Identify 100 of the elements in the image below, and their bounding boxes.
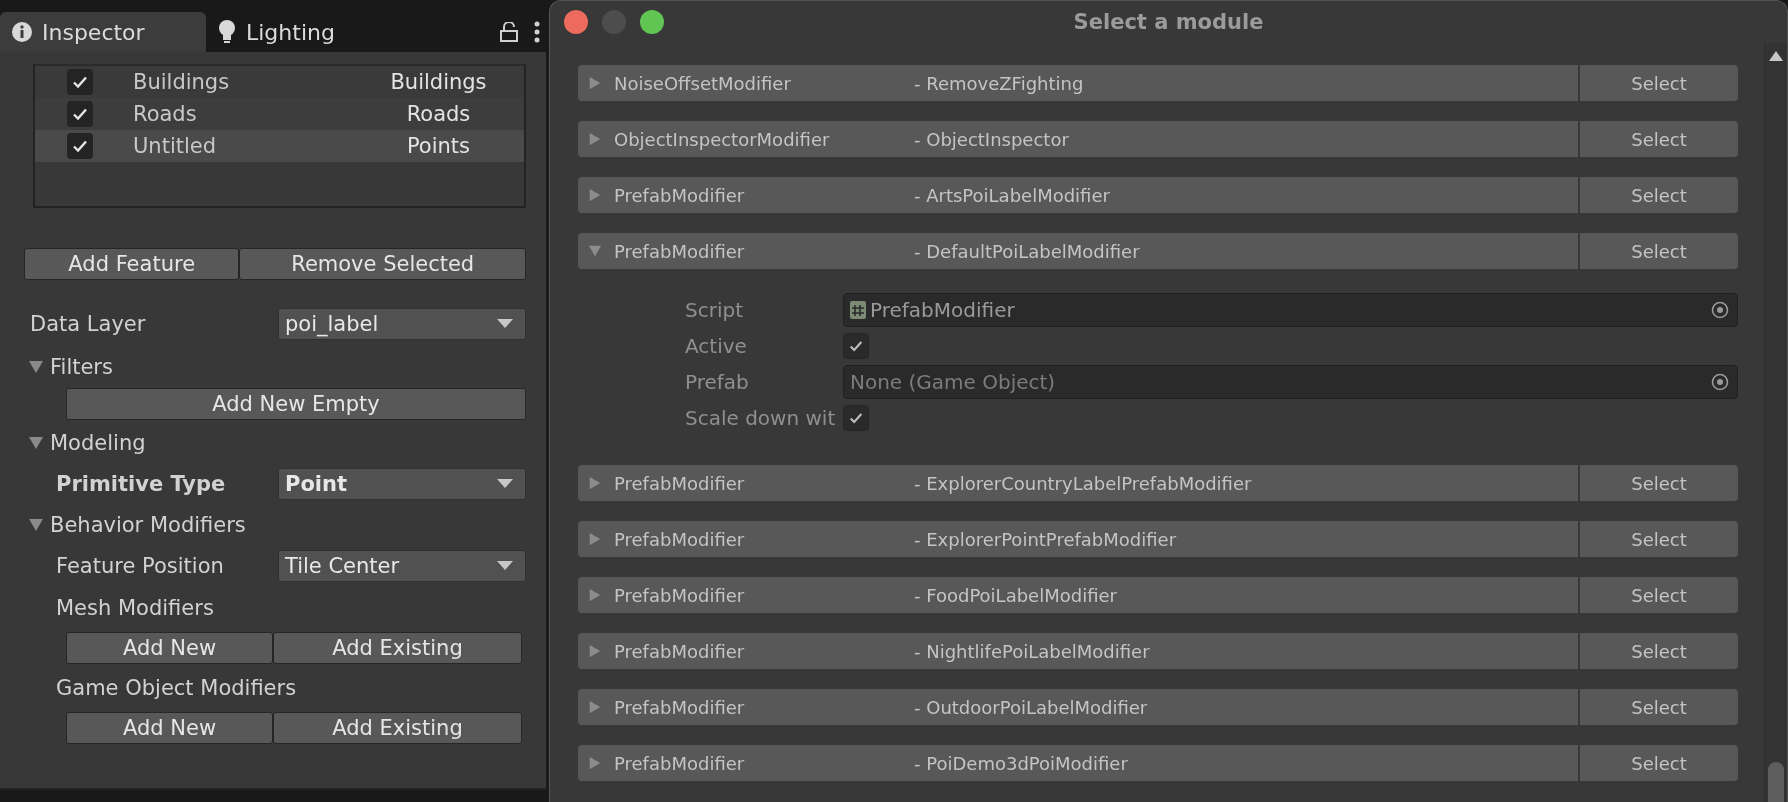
select-button[interactable]: Select [1580, 689, 1738, 725]
checkbox[interactable] [843, 405, 869, 431]
property-label: Active [685, 334, 748, 358]
object-field[interactable]: None (Game Object) [843, 365, 1738, 399]
module-type: PrefabModifier [614, 696, 746, 718]
group-label: Game Object Modifiers [56, 676, 298, 702]
toolbar-button[interactable]: Remove Selected [239, 248, 526, 280]
module-name: - PoiDemo3dPoiModifier [914, 752, 1128, 774]
maximize-button[interactable] [640, 10, 664, 34]
add-button[interactable]: Add New Empty [66, 388, 526, 420]
add-button[interactable]: Add Existing [273, 632, 522, 664]
module-name: - ObjectInspector [914, 128, 1069, 150]
module-type: PrefabModifier [614, 240, 746, 262]
module-header[interactable]: PrefabModifier - PoiDemo3dPoiModifier [578, 745, 1578, 781]
section-title[interactable]: Behavior Modifiers [50, 513, 246, 537]
script-field[interactable]: PrefabModifier [843, 293, 1738, 327]
module-header[interactable]: ObjectInspectorModifier - ObjectInspector [578, 121, 1578, 157]
expand-arrow-icon[interactable] [588, 132, 602, 146]
expand-arrow-icon[interactable] [588, 700, 602, 714]
lock-icon[interactable] [500, 22, 518, 42]
section-title[interactable]: Filters [50, 355, 113, 379]
add-button[interactable]: Add New [66, 712, 273, 744]
table-cell-text: Points [405, 134, 472, 158]
select-button[interactable]: Select [1580, 577, 1738, 613]
select-button[interactable]: Select [1580, 633, 1738, 669]
property-label: Script [685, 298, 744, 322]
check-icon [848, 338, 864, 354]
field-label: Feature Position [56, 554, 225, 578]
group-label: Mesh Modifiers [56, 596, 215, 622]
select-button[interactable]: Select [1580, 233, 1738, 269]
checkbox[interactable] [67, 101, 93, 127]
select-button[interactable]: Select [1580, 177, 1738, 213]
module-header[interactable]: PrefabModifier - ExplorerCountryLabelPrefabModifier [578, 465, 1578, 501]
table-row[interactable]: Roads Roads [35, 98, 524, 130]
expand-arrow-icon[interactable] [588, 188, 602, 202]
module-name: - FoodPoiLabelModifier [914, 584, 1117, 606]
module-name: - ExplorerCountryLabelPrefabModifier [914, 472, 1252, 494]
field-value: PrefabModifier [870, 298, 1016, 322]
script-file-icon [850, 301, 866, 319]
scroll-thumb[interactable] [1768, 762, 1784, 802]
module-header[interactable]: PrefabModifier - NightlifePoiLabelModifier [578, 633, 1578, 669]
table-cell-text: Buildings [389, 70, 488, 94]
collapse-arrow-icon[interactable] [588, 244, 602, 258]
add-button[interactable]: Add Existing [273, 712, 522, 744]
expand-arrow-icon[interactable] [588, 76, 602, 90]
module-header[interactable]: PrefabModifier - ExplorerPointPrefabModifier [578, 521, 1578, 557]
section-title[interactable]: Modeling [50, 431, 146, 455]
module-header[interactable]: NoiseOffsetModifier - RemoveZFighting [578, 65, 1578, 101]
object-picker-icon[interactable] [1711, 373, 1729, 391]
tab[interactable]: Inspector [0, 12, 206, 52]
module-header[interactable]: PrefabModifier - ArtsPoiLabelModifier [578, 177, 1578, 213]
dropdown[interactable]: Point [278, 468, 526, 500]
close-button[interactable] [564, 10, 588, 34]
field-label: Data Layer [30, 312, 147, 336]
select-button[interactable]: Select [1580, 745, 1738, 781]
expand-arrow-icon[interactable] [588, 532, 602, 546]
module-type: NoiseOffsetModifier [614, 72, 792, 94]
select-button[interactable]: Select [1580, 65, 1738, 101]
table-cell-text: Roads [133, 102, 198, 126]
expand-arrow-icon[interactable] [588, 756, 602, 770]
module-name: - NightlifePoiLabelModifier [914, 640, 1150, 662]
expand-arrow-icon[interactable] [588, 588, 602, 602]
dropdown[interactable]: Tile Center [278, 550, 526, 582]
collapse-arrow-icon[interactable] [28, 359, 44, 375]
table-cell-text: Untitled [133, 134, 218, 158]
table-row[interactable]: Untitled Points [35, 130, 524, 162]
collapse-arrow-icon[interactable] [28, 435, 44, 451]
module-type: PrefabModifier [614, 528, 746, 550]
dropdown[interactable]: poi_label [278, 308, 526, 340]
light-bulb-icon [218, 20, 236, 44]
check-icon [848, 410, 864, 426]
module-type: ObjectInspectorModifier [614, 128, 831, 150]
module-type: PrefabModifier [614, 640, 746, 662]
checkbox[interactable] [67, 69, 93, 95]
expand-arrow-icon[interactable] [588, 644, 602, 658]
module-name: - RemoveZFighting [914, 72, 1084, 94]
table-cell-text: Roads [405, 102, 472, 126]
more-options-icon[interactable] [534, 21, 540, 43]
module-name: - ExplorerPointPrefabModifier [914, 528, 1177, 550]
add-button[interactable]: Add New [66, 632, 273, 664]
select-button[interactable]: Select [1580, 521, 1738, 557]
scrollbar[interactable] [1764, 43, 1787, 802]
field-value: None (Game Object) [850, 370, 1057, 394]
module-type: PrefabModifier [614, 184, 746, 206]
field-label: Primitive Type [56, 472, 227, 496]
tab[interactable]: Lighting [206, 12, 386, 52]
select-button[interactable]: Select [1580, 465, 1738, 501]
select-button[interactable]: Select [1580, 121, 1738, 157]
toolbar-button[interactable]: Add Feature [24, 248, 240, 280]
module-header[interactable]: PrefabModifier - DefaultPoiLabelModifier [578, 233, 1578, 269]
expand-arrow-icon[interactable] [588, 476, 602, 490]
collapse-arrow-icon[interactable] [28, 517, 44, 533]
checkbox[interactable] [843, 333, 869, 359]
module-header[interactable]: PrefabModifier - OutdoorPoiLabelModifier [578, 689, 1578, 725]
scroll-up-icon[interactable] [1769, 51, 1783, 61]
module-header[interactable]: PrefabModifier - FoodPoiLabelModifier [578, 577, 1578, 613]
module-type: PrefabModifier [614, 472, 746, 494]
table-cell-text: Buildings [133, 70, 231, 94]
checkbox[interactable] [67, 133, 93, 159]
object-picker-icon[interactable] [1711, 301, 1729, 319]
